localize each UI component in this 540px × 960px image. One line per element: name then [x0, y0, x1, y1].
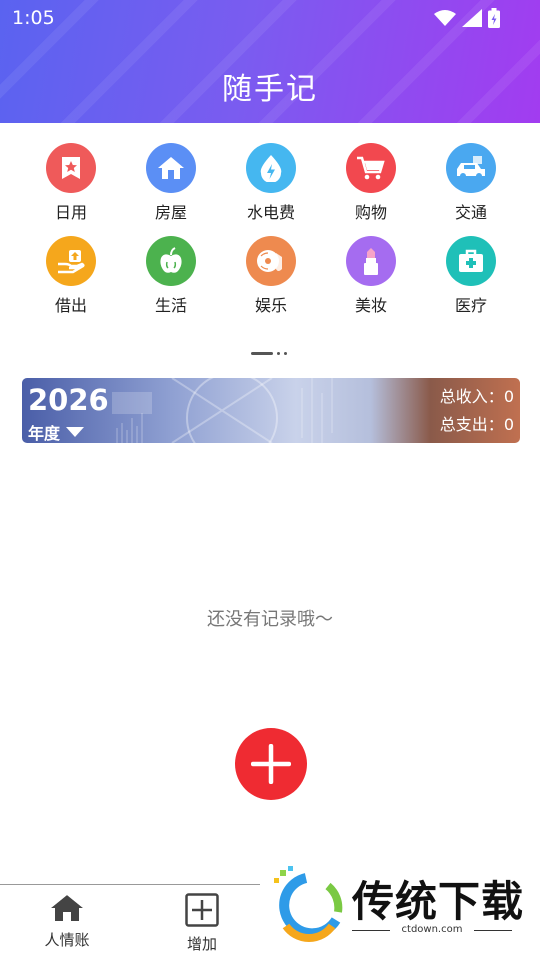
empty-state-text: 还没有记录哦～: [207, 609, 333, 630]
star-bookmark-icon: [46, 143, 96, 193]
category-medical[interactable]: 医疗: [421, 236, 521, 316]
wifi-icon: [434, 10, 456, 26]
plus-icon: [251, 744, 291, 784]
car-icon: [446, 143, 496, 193]
triangle-down-icon: [66, 427, 85, 437]
income-label: 总收入：: [439, 387, 504, 406]
category-entertainment[interactable]: 娱乐: [221, 236, 321, 316]
category-label: 水电费: [246, 203, 295, 222]
shopping-cart-icon: [346, 143, 396, 193]
banner-year: 2026: [28, 383, 109, 417]
category-page-indicator: [251, 352, 287, 355]
income-value: 0: [503, 387, 514, 406]
category-label: 医疗: [454, 296, 487, 315]
category-label: 娱乐: [254, 296, 287, 315]
home-icon: [50, 893, 84, 921]
signal-icon: [462, 9, 482, 27]
house-icon: [146, 143, 196, 193]
hand-upload-icon: [46, 236, 96, 286]
watermark: 传统下载 ctdown.com: [260, 858, 540, 960]
category-shopping[interactable]: 购物: [321, 143, 421, 223]
category-label: 日用: [54, 203, 87, 222]
category-label: 购物: [354, 203, 387, 222]
page-indicator-active: [251, 352, 273, 355]
total-income: 总收入：0: [440, 383, 514, 407]
page-indicator-dot: [284, 352, 287, 355]
period-label: 年度: [28, 424, 61, 443]
status-icons: [434, 8, 500, 28]
medical-kit-icon: [446, 236, 496, 286]
category-beauty[interactable]: 美妆: [321, 236, 421, 316]
annual-summary-banner: 2026 年度 总收入：0 总支出：0: [22, 378, 520, 443]
category-grid: 日用 房屋 水电费 购物 交通 借出 生活 娱乐 美妆 医疗: [0, 143, 540, 329]
year-period-selector[interactable]: 年度: [28, 420, 85, 443]
add-record-button[interactable]: [235, 728, 307, 800]
water-drop-bolt-icon: [246, 143, 296, 193]
music-disc-icon: [246, 236, 296, 286]
total-expense: 总支出：0: [440, 411, 514, 435]
add-square-icon: [185, 893, 219, 927]
expense-value: 0: [503, 415, 514, 434]
apple-icon: [146, 236, 196, 286]
nav-label: 增加: [186, 935, 217, 953]
category-label: 借出: [54, 296, 87, 315]
nav-item-add[interactable]: 增加: [157, 893, 247, 954]
category-label: 生活: [154, 296, 187, 315]
category-label: 房屋: [154, 203, 187, 222]
page-indicator-dot: [277, 352, 280, 355]
watermark-text: 传统下载: [352, 877, 525, 926]
category-housing[interactable]: 房屋: [121, 143, 221, 223]
category-transport[interactable]: 交通: [421, 143, 521, 223]
nav-item-gift-ledger[interactable]: 人情账: [22, 893, 112, 950]
category-label: 交通: [454, 203, 487, 222]
category-row: 借出 生活 娱乐 美妆 医疗: [0, 236, 540, 329]
category-row: 日用 房屋 水电费 购物 交通: [0, 143, 540, 236]
app-header: 1:05 随手记: [0, 0, 540, 123]
nav-label: 人情账: [44, 931, 90, 949]
lipstick-icon: [346, 236, 396, 286]
battery-icon: [488, 8, 500, 28]
status-bar: 1:05: [0, 0, 540, 36]
status-time: 1:05: [12, 7, 55, 29]
watermark-url: ctdown.com: [401, 924, 463, 935]
category-living[interactable]: 生活: [121, 236, 221, 316]
category-lend[interactable]: 借出: [21, 236, 121, 316]
category-daily[interactable]: 日用: [21, 143, 121, 223]
category-utilities[interactable]: 水电费: [221, 143, 321, 223]
page-title: 随手记: [222, 72, 318, 107]
category-label: 美妆: [354, 296, 387, 315]
expense-label: 总支出：: [439, 415, 504, 434]
watermark-logo: [274, 866, 343, 942]
